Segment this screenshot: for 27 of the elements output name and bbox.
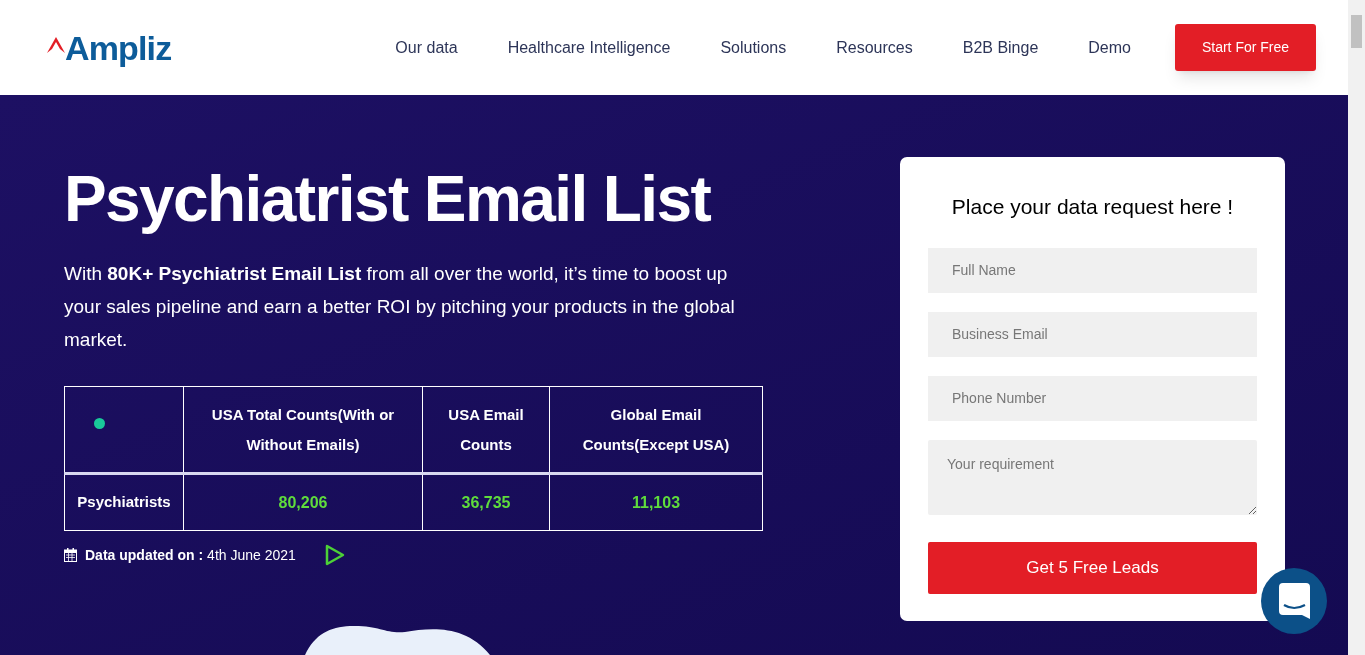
- requirement-field[interactable]: Your requirement: [928, 439, 1257, 515]
- input-field[interactable]: Full Name: [928, 247, 1257, 293]
- nav-link[interactable]: Healthcare Intelligence: [507, 35, 671, 60]
- nav-link[interactable]: B2B Binge: [962, 35, 1039, 60]
- calendar-icon: [64, 548, 77, 562]
- start-for-free-button[interactable]: Start For Free: [1175, 24, 1316, 71]
- description: With 80K+ Psychiatrist Email List from all over the world, it’s time to boost up your sales pipeline and earn a better ROI by pitching your products in the global market.: [64, 262, 736, 352]
- column-header: USA Email Counts: [448, 405, 524, 453]
- get-free-leads-button[interactable]: Get 5 Free Leads: [928, 541, 1257, 594]
- logo[interactable]: Ampliz: [45, 30, 172, 65]
- scrollbar[interactable]: [1348, 0, 1365, 655]
- row-label: Psychiatrists: [77, 493, 171, 511]
- form-title: Place your data request here !: [950, 194, 1235, 220]
- column-header: Global Email Counts(Except USA): [582, 405, 730, 453]
- play-icon[interactable]: [323, 543, 346, 567]
- data-updated-text: Data updated on : 4th June 2021: [85, 545, 296, 565]
- nav-link[interactable]: Our data: [395, 35, 458, 60]
- count-value: 80,206: [278, 493, 328, 511]
- nav-link[interactable]: Solutions: [720, 35, 787, 60]
- column-header: USA Total Counts(With or Without Emails): [211, 405, 395, 453]
- count-value: 36,735: [461, 493, 511, 511]
- input-field[interactable]: Business Email: [928, 311, 1257, 357]
- nav-link[interactable]: Resources: [836, 35, 913, 60]
- nav-link[interactable]: Demo: [1088, 35, 1131, 60]
- count-value: 11,103: [631, 493, 681, 511]
- input-field[interactable]: Phone Number: [928, 375, 1257, 421]
- chat-icon: [1278, 583, 1310, 619]
